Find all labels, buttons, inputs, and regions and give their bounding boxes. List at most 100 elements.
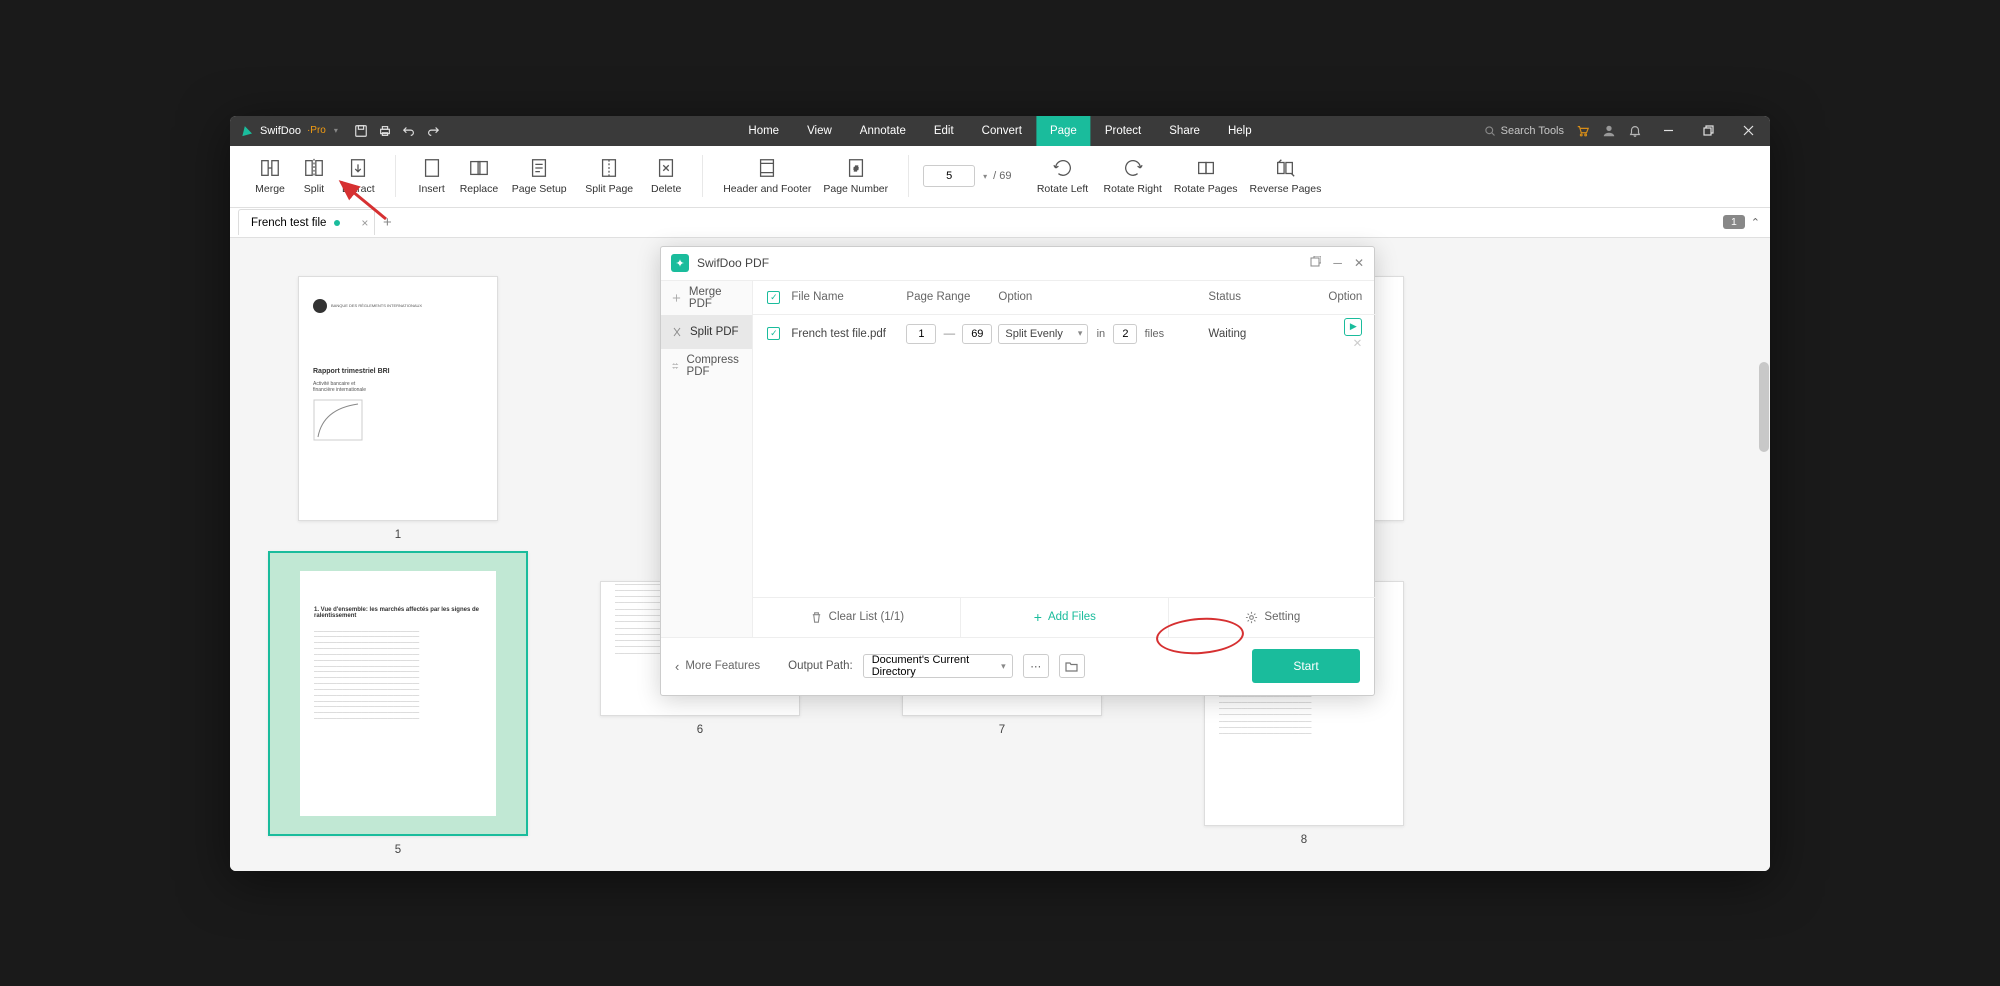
menu-annotate[interactable]: Annotate	[846, 116, 920, 146]
close-button[interactable]	[1734, 121, 1762, 141]
page-dropdown-icon[interactable]: ▾	[983, 172, 987, 181]
dialog-actions: Clear List (1/1) + Add Files Setting	[753, 597, 1376, 637]
output-path-label: Output Path:	[788, 660, 853, 672]
titlebar: SwifDoo ·Pro ▾ Home View Annotate Edit C…	[230, 116, 1770, 146]
select-all-checkbox[interactable]: ✓	[767, 291, 780, 304]
dialog-titlebar: ✦ SwifDoo PDF ─ ✕	[661, 247, 1374, 281]
row-run-button[interactable]: ▶	[1344, 318, 1362, 336]
tab-close-icon[interactable]: ×	[361, 216, 368, 230]
minimize-button[interactable]	[1654, 121, 1682, 141]
file-list-header: ✓ File Name Page Range Option Status Opt…	[753, 281, 1376, 315]
search-placeholder: Search Tools	[1501, 125, 1564, 137]
col-option2: Option	[1328, 291, 1362, 303]
app-edition: ·Pro	[307, 125, 326, 136]
page-input[interactable]	[923, 165, 975, 187]
app-logo-icon	[238, 123, 254, 139]
menubar: Home View Annotate Edit Convert Page Pro…	[734, 116, 1265, 146]
more-features-button[interactable]: ‹ More Features	[675, 659, 760, 674]
menu-help[interactable]: Help	[1214, 116, 1266, 146]
dialog-minimize-button[interactable]: ─	[1333, 256, 1342, 271]
output-more-button[interactable]: ⋯	[1023, 654, 1049, 678]
output-browse-button[interactable]	[1059, 654, 1085, 678]
extract-button[interactable]: Extract	[336, 155, 381, 197]
search-tools[interactable]: Search Tools	[1484, 125, 1564, 137]
rotate-right-button[interactable]: Rotate Right	[1098, 155, 1168, 197]
menu-edit[interactable]: Edit	[920, 116, 968, 146]
dialog-popout-icon[interactable]	[1309, 256, 1321, 271]
dialog-title: SwifDoo PDF	[697, 256, 769, 270]
col-file-name: File Name	[791, 291, 906, 303]
split-count-input[interactable]	[1113, 324, 1137, 344]
thumbnail-page-5[interactable]: 1. Vue d'ensemble: les marchés affectés …	[268, 551, 528, 856]
page-number-button[interactable]: #Page Number	[817, 155, 894, 197]
page-setup-button[interactable]: Page Setup	[504, 155, 574, 197]
dialog-sidebar: Merge PDF Split PDF Compress PDF	[661, 281, 753, 637]
thumb-label: 8	[1301, 834, 1307, 846]
row-remove-button[interactable]: ✕	[1353, 338, 1363, 350]
output-path-select[interactable]: Document's Current Directory	[863, 654, 1013, 678]
document-tabs: French test file × + 1 ⌃	[230, 208, 1770, 238]
save-icon[interactable]	[354, 124, 368, 138]
document-tab-name: French test file	[251, 217, 326, 229]
sidebar-merge-pdf[interactable]: Merge PDF	[661, 281, 752, 315]
dialog-close-button[interactable]: ✕	[1354, 256, 1364, 271]
clear-list-button[interactable]: Clear List (1/1)	[753, 598, 961, 637]
app-menu-caret-icon[interactable]: ▾	[334, 126, 338, 135]
print-icon[interactable]	[378, 124, 392, 138]
split-button[interactable]: Split	[292, 155, 336, 197]
rotate-left-button[interactable]: Rotate Left	[1028, 155, 1098, 197]
user-icon[interactable]	[1602, 124, 1616, 138]
col-option: Option	[998, 291, 1208, 303]
ribbon: Merge Split Extract Insert Replace Page …	[230, 146, 1770, 208]
expand-caret-icon[interactable]: ⌃	[1751, 216, 1760, 229]
range-to-input[interactable]	[962, 324, 992, 344]
range-dash: —	[944, 328, 956, 340]
row-file-name: French test file.pdf	[791, 328, 906, 340]
merge-button[interactable]: Merge	[248, 155, 292, 197]
col-page-range: Page Range	[906, 291, 998, 303]
replace-button[interactable]: Replace	[454, 155, 505, 197]
menu-view[interactable]: View	[793, 116, 846, 146]
sidebar-compress-pdf[interactable]: Compress PDF	[661, 349, 752, 383]
menu-share[interactable]: Share	[1155, 116, 1214, 146]
setting-button[interactable]: Setting	[1169, 598, 1376, 637]
redo-icon[interactable]	[426, 124, 440, 138]
menu-page[interactable]: Page	[1036, 116, 1091, 146]
split-page-button[interactable]: Split Page	[574, 155, 644, 197]
maximize-button[interactable]	[1694, 121, 1722, 141]
delete-button[interactable]: Delete	[644, 155, 688, 197]
col-status: Status	[1208, 291, 1328, 303]
file-row: ✓ French test file.pdf — Split Evenly in…	[753, 315, 1376, 353]
scrollbar-vertical[interactable]	[1759, 362, 1769, 452]
app-window: SwifDoo ·Pro ▾ Home View Annotate Edit C…	[230, 116, 1770, 871]
thumb-label: 5	[395, 844, 401, 856]
thumb-label: 7	[999, 724, 1005, 736]
range-from-input[interactable]	[906, 324, 936, 344]
thumbnail-page-1[interactable]: BANQUE DES RÈGLEMENTS INTERNATIONAUX Rap…	[268, 276, 528, 541]
app-name: SwifDoo	[260, 125, 301, 137]
reverse-pages-button[interactable]: Reverse Pages	[1244, 155, 1328, 197]
modified-dot-icon	[334, 220, 340, 226]
menu-protect[interactable]: Protect	[1091, 116, 1155, 146]
undo-icon[interactable]	[402, 124, 416, 138]
row-checkbox[interactable]: ✓	[767, 327, 780, 340]
bell-icon[interactable]	[1628, 124, 1642, 138]
menu-home[interactable]: Home	[734, 116, 793, 146]
split-option-select[interactable]: Split Evenly	[998, 324, 1088, 344]
dialog-footer: ‹ More Features Output Path: Document's …	[661, 637, 1374, 695]
tab-add-button[interactable]: +	[375, 210, 399, 234]
add-files-button[interactable]: + Add Files	[961, 598, 1169, 637]
start-button[interactable]: Start	[1252, 649, 1360, 683]
files-label: files	[1145, 328, 1165, 340]
document-tab[interactable]: French test file ×	[238, 209, 375, 235]
thumb-label: 1	[395, 529, 401, 541]
menu-convert[interactable]: Convert	[968, 116, 1036, 146]
svg-text:#: #	[854, 164, 859, 173]
row-status: Waiting	[1208, 328, 1328, 340]
thumb-label: 6	[697, 724, 703, 736]
insert-button[interactable]: Insert	[410, 155, 454, 197]
header-footer-button[interactable]: Header and Footer	[717, 155, 817, 197]
sidebar-split-pdf[interactable]: Split PDF	[661, 315, 752, 349]
rotate-pages-button[interactable]: Rotate Pages	[1168, 155, 1244, 197]
cart-icon[interactable]	[1576, 124, 1590, 138]
